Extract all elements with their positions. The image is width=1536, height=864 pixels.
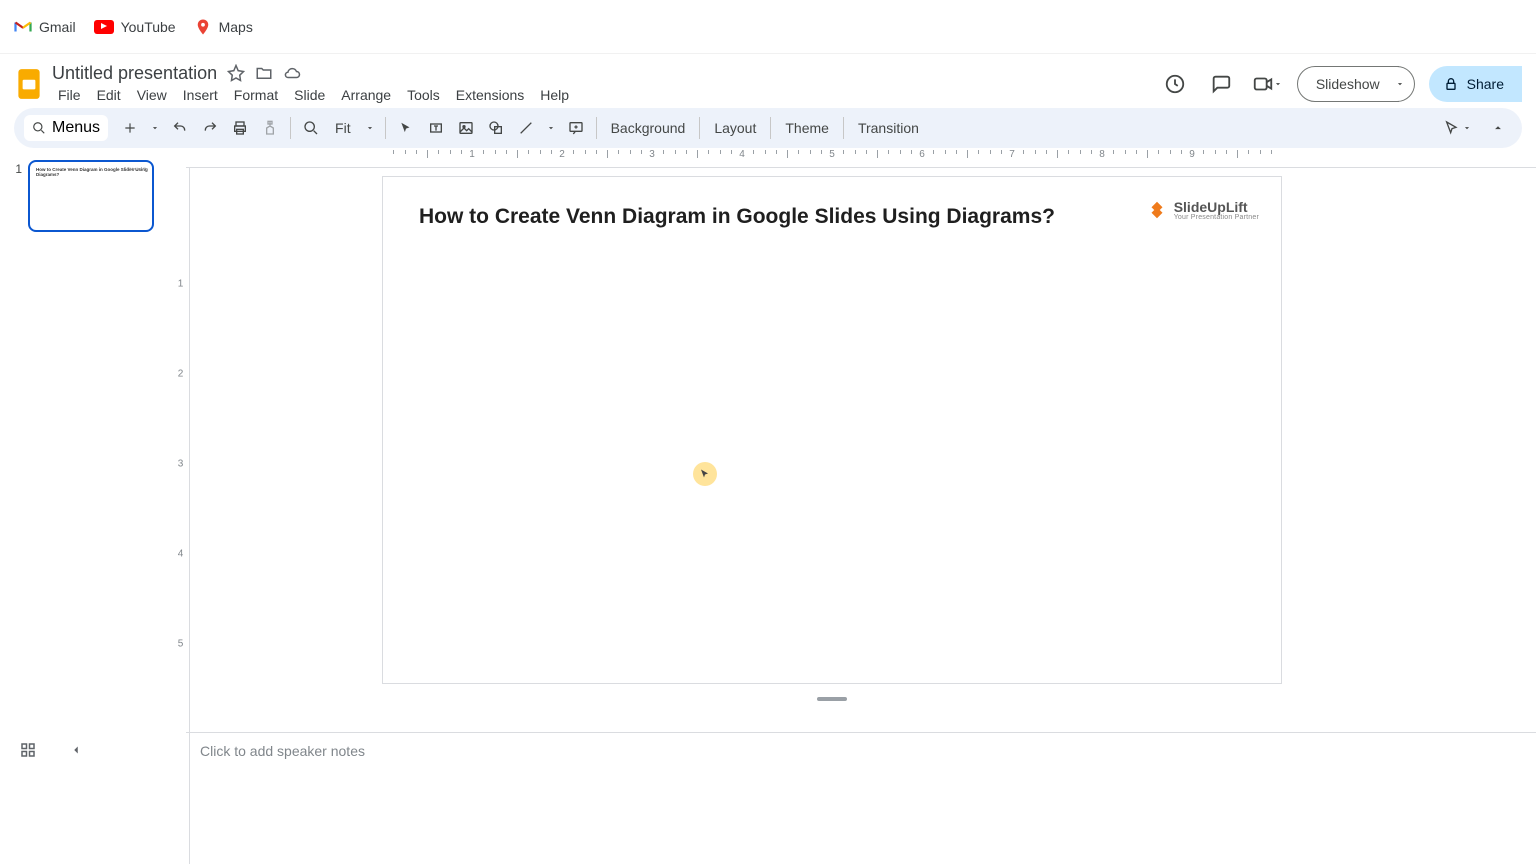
toolbar-separator (770, 117, 771, 139)
hide-menus-button[interactable] (1484, 114, 1512, 142)
logo-tagline: Your Presentation Partner (1174, 214, 1259, 221)
notes-placeholder: Click to add speaker notes (200, 743, 365, 759)
speaker-notes[interactable]: Click to add speaker notes (186, 732, 1536, 768)
comment-add-button[interactable] (562, 114, 590, 142)
ruler-v-label: 4 (172, 549, 189, 560)
paint-format-button[interactable] (256, 114, 284, 142)
bookmark-gmail[interactable]: Gmail (14, 18, 76, 36)
ruler-v-label: 5 (172, 639, 189, 650)
layout-button[interactable]: Layout (706, 120, 764, 136)
menu-slide[interactable]: Slide (288, 85, 331, 105)
share-button[interactable]: Share (1429, 66, 1522, 102)
bookmark-maps[interactable]: Maps (194, 18, 253, 36)
star-icon[interactable] (227, 64, 245, 82)
move-folder-icon[interactable] (255, 64, 273, 82)
ruler-h-label: 8 (1099, 149, 1105, 160)
redo-button[interactable] (196, 114, 224, 142)
version-history-icon[interactable] (1159, 68, 1191, 100)
notes-resize-handle[interactable] (817, 697, 847, 701)
toolbar: Menus Fit (14, 108, 1522, 148)
comments-icon[interactable] (1205, 68, 1237, 100)
ruler-h-label: 5 (829, 149, 835, 160)
menu-help[interactable]: Help (534, 85, 575, 105)
menus-label: Menus (52, 119, 100, 137)
menu-file[interactable]: File (52, 85, 87, 105)
slide-logo: SlideUpLift Your Presentation Partner (1146, 199, 1259, 221)
line-button[interactable] (512, 114, 540, 142)
ruler-h-label: 7 (1009, 149, 1015, 160)
bookmarks-bar: Gmail YouTube Maps (0, 0, 1536, 54)
meet-icon[interactable] (1251, 68, 1283, 100)
menu-bar: File Edit View Insert Format Slide Arran… (52, 84, 575, 106)
slide-number: 1 (12, 160, 22, 232)
zoom-tool-button[interactable] (297, 114, 325, 142)
ruler-h-label: 9 (1189, 149, 1195, 160)
menu-format[interactable]: Format (228, 85, 284, 105)
toolbar-separator (385, 117, 386, 139)
theme-button[interactable]: Theme (777, 120, 837, 136)
slide-thumbnail[interactable]: How to Create Venn Diagram in Google Sli… (28, 160, 154, 232)
bookmark-youtube-label: YouTube (121, 19, 176, 35)
toolbar-separator (843, 117, 844, 139)
ruler-h-label: 3 (649, 149, 655, 160)
bookmark-gmail-label: Gmail (39, 19, 76, 35)
ruler-v-label: 1 (172, 279, 189, 290)
menu-arrange[interactable]: Arrange (335, 85, 397, 105)
transition-button[interactable]: Transition (850, 120, 927, 136)
logo-name: SlideUpLift (1174, 200, 1259, 214)
collapse-filmstrip-button[interactable] (62, 736, 90, 764)
cursor-highlight (693, 462, 717, 486)
ruler-horizontal: 1 2 3 4 5 6 7 8 9 (186, 150, 1536, 168)
search-icon (32, 121, 46, 135)
search-menus-button[interactable]: Menus (24, 115, 108, 141)
line-dropdown[interactable] (542, 114, 560, 142)
slide-canvas[interactable]: How to Create Venn Diagram in Google Sli… (382, 176, 1282, 684)
toolbar-separator (596, 117, 597, 139)
menu-view[interactable]: View (131, 85, 173, 105)
undo-button[interactable] (166, 114, 194, 142)
ruler-v-label: 3 (172, 459, 189, 470)
slideshow-label: Slideshow (1316, 76, 1380, 92)
menu-extensions[interactable]: Extensions (450, 85, 530, 105)
text-box-button[interactable] (422, 114, 450, 142)
slide-title-text[interactable]: How to Create Venn Diagram in Google Sli… (419, 205, 1055, 229)
zoom-dropdown[interactable] (361, 114, 379, 142)
logo-mark-icon (1146, 199, 1168, 221)
bookmark-maps-label: Maps (219, 19, 253, 35)
doc-title[interactable]: Untitled presentation (52, 63, 217, 84)
menu-edit[interactable]: Edit (91, 85, 127, 105)
menu-tools[interactable]: Tools (401, 85, 446, 105)
new-slide-dropdown[interactable] (146, 114, 164, 142)
print-button[interactable] (226, 114, 254, 142)
zoom-level[interactable]: Fit (327, 120, 359, 136)
image-button[interactable] (452, 114, 480, 142)
background-button[interactable]: Background (603, 120, 694, 136)
ruler-h-label: 6 (919, 149, 925, 160)
slideshow-button[interactable]: Slideshow (1297, 66, 1399, 102)
toolbar-separator (290, 117, 291, 139)
ruler-h-label: 2 (559, 149, 565, 160)
menu-insert[interactable]: Insert (177, 85, 224, 105)
select-tool-button[interactable] (392, 114, 420, 142)
slides-app-icon[interactable] (14, 64, 44, 104)
ruler-h-label: 4 (739, 149, 745, 160)
toolbar-separator (699, 117, 700, 139)
shape-button[interactable] (482, 114, 510, 142)
maps-icon (194, 18, 212, 36)
new-slide-button[interactable] (116, 114, 144, 142)
thumb-logo: SlideUpLift (127, 166, 146, 171)
youtube-icon (94, 20, 114, 34)
grid-view-button[interactable] (14, 736, 42, 764)
title-row: Untitled presentation File Edit View Ins… (0, 60, 1536, 108)
share-label: Share (1467, 76, 1504, 92)
pointer-mode-button[interactable] (1440, 114, 1476, 142)
slideshow-dropdown[interactable] (1387, 66, 1415, 102)
gmail-icon (14, 18, 32, 36)
lock-icon (1443, 76, 1459, 92)
cloud-status-icon[interactable] (283, 64, 301, 82)
ruler-v-label: 2 (172, 369, 189, 380)
ruler-h-label: 1 (469, 149, 475, 160)
bookmark-youtube[interactable]: YouTube (94, 19, 176, 35)
